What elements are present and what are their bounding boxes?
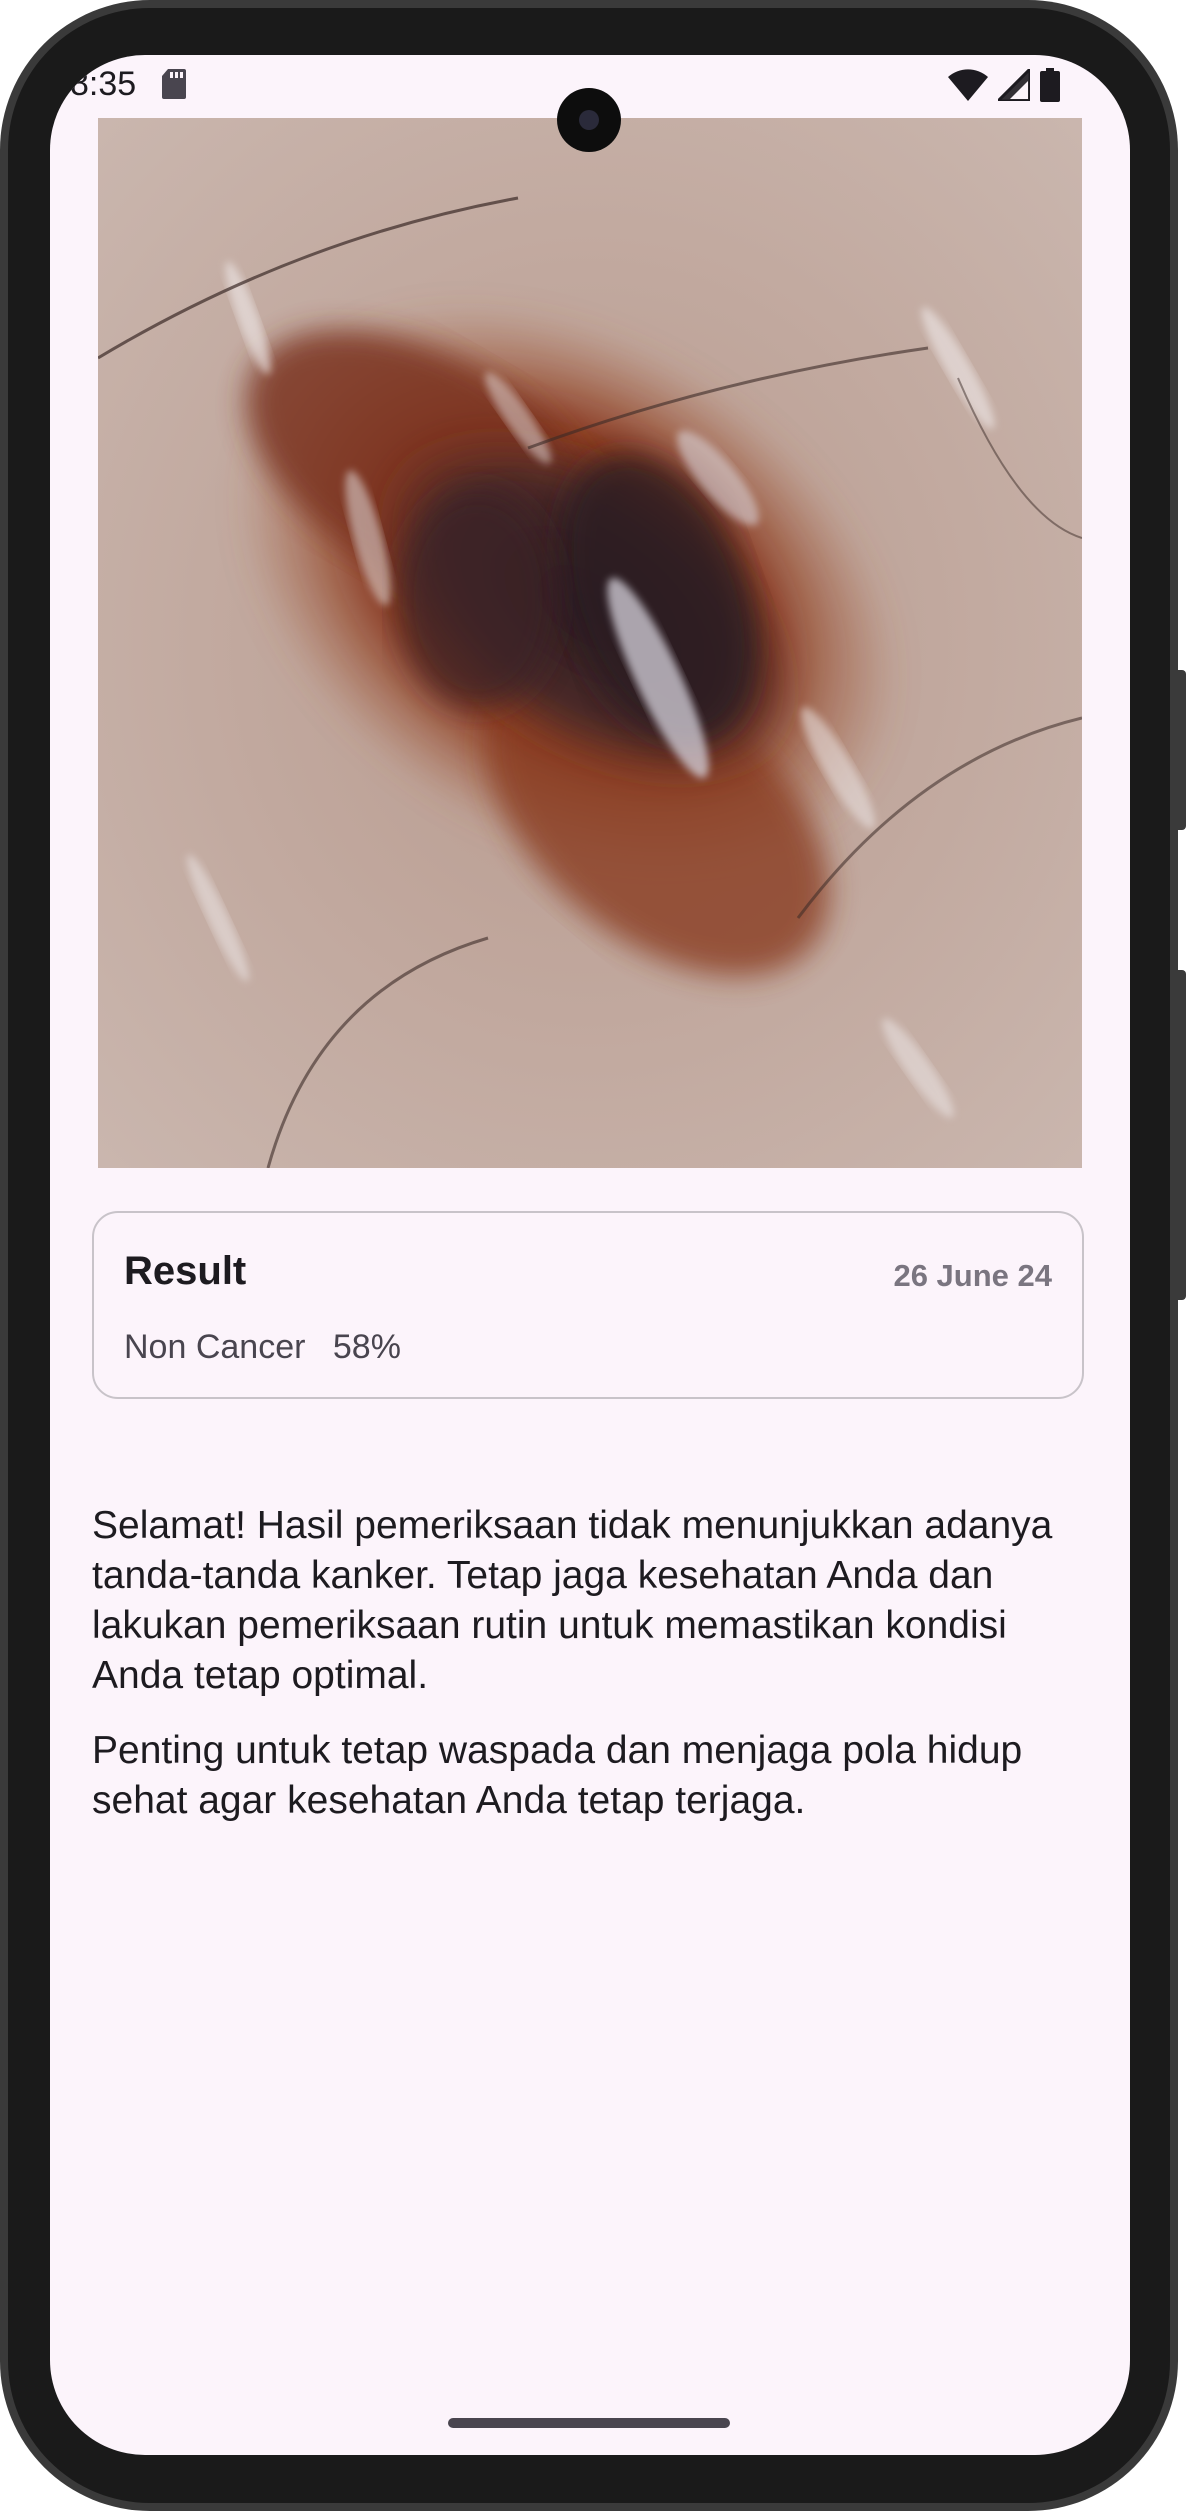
status-time: 8:35: [70, 65, 137, 103]
message-paragraph-2: Penting untuk tetap waspada dan menjaga …: [92, 1729, 1023, 1822]
result-title: Result: [124, 1249, 247, 1293]
front-camera: [557, 88, 621, 152]
sd-card-icon: [162, 69, 186, 99]
cell-signal-icon: [998, 69, 1030, 101]
battery-icon: [1040, 68, 1060, 102]
phone-device: 8:35 Result 26 June 24 Non Cancer 58% Se…: [0, 0, 1187, 2513]
result-label: Non Cancer: [124, 1328, 306, 1366]
skin-lesion-photo: [98, 118, 1082, 1168]
volume-button: [1176, 670, 1186, 830]
message-paragraph-1: Selamat! Hasil pemeriksaan tidak menunju…: [92, 1504, 1053, 1697]
status-icons: [948, 67, 1060, 103]
result-confidence: 58%: [332, 1328, 401, 1366]
result-prediction: Non Cancer 58%: [124, 1328, 401, 1367]
result-date: 26 June 24: [893, 1258, 1052, 1293]
gesture-navigation-bar[interactable]: [448, 2418, 730, 2428]
power-button: [1176, 970, 1186, 1300]
result-card: Result 26 June 24 Non Cancer 58%: [92, 1211, 1084, 1399]
wifi-icon: [948, 69, 988, 101]
screen: 8:35 Result 26 June 24 Non Cancer 58% Se…: [50, 55, 1130, 2455]
